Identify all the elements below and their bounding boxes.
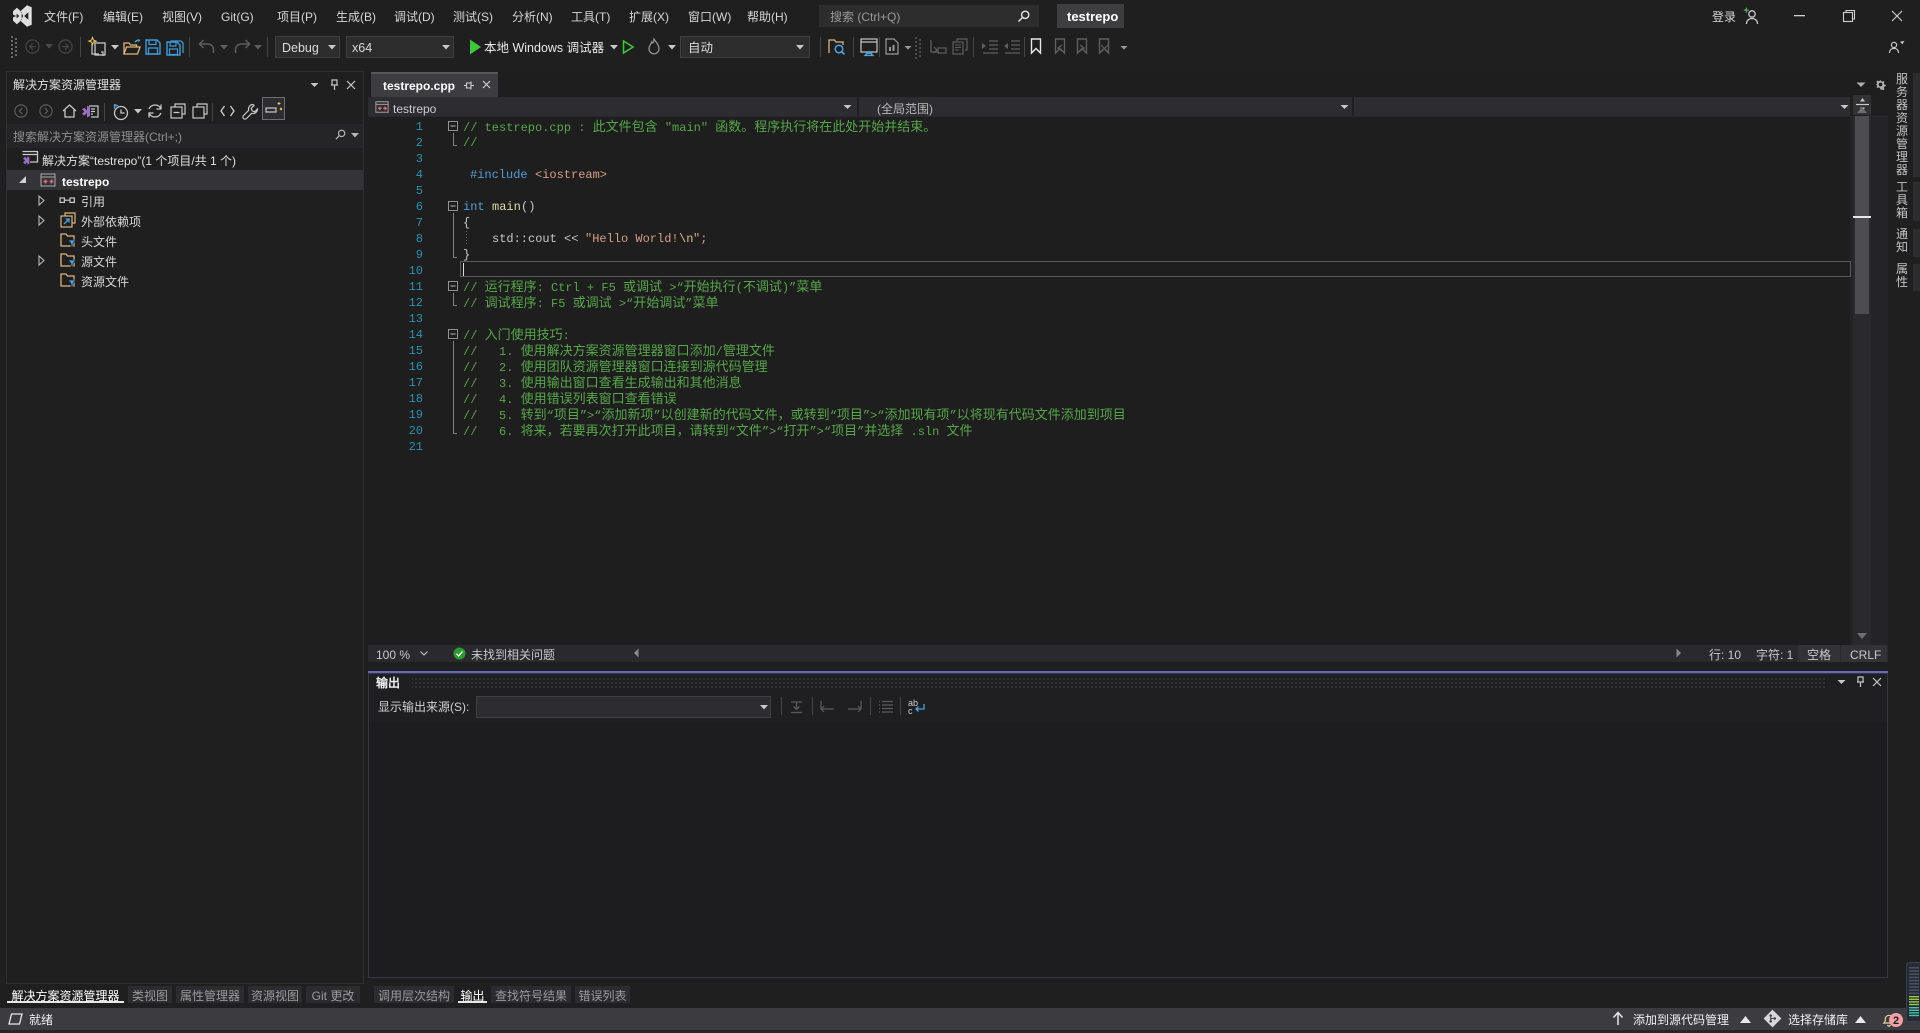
svg-text:c: c (908, 706, 913, 716)
